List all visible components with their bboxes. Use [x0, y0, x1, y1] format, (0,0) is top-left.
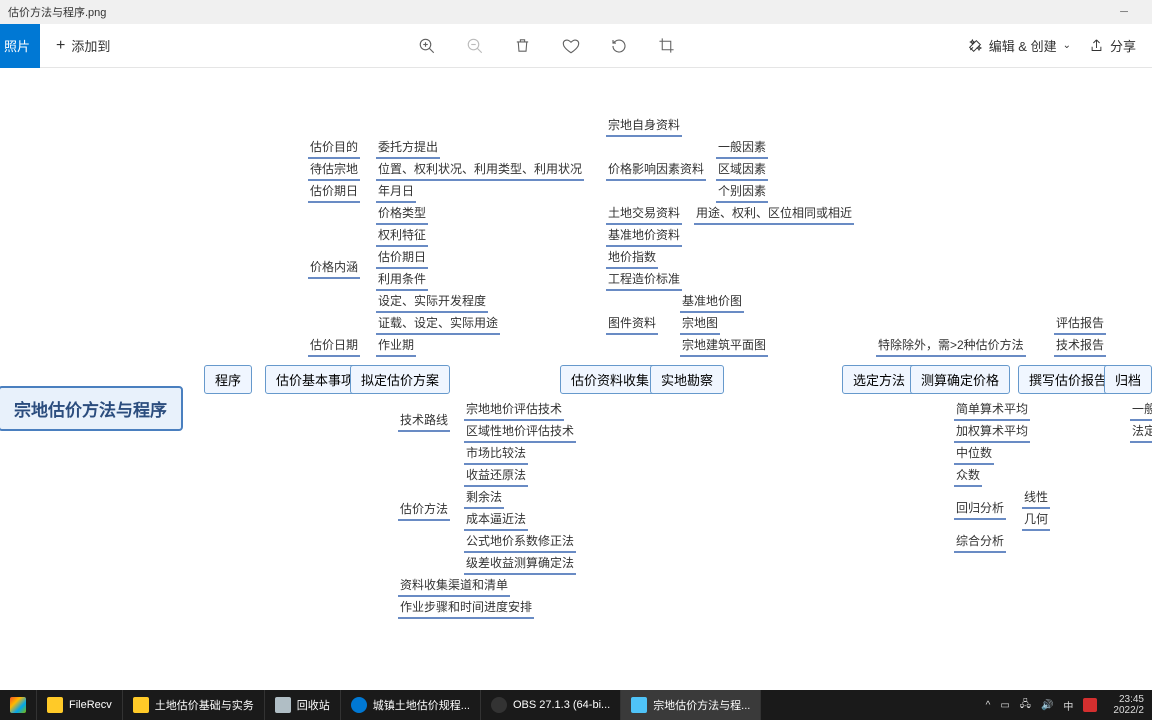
node: 价格类型 [376, 204, 428, 225]
node: 回归分析 [954, 499, 1006, 520]
node: 几何 [1022, 510, 1050, 531]
node: 评估报告 [1054, 314, 1106, 335]
volume-icon[interactable]: 🔊 [1041, 700, 1053, 711]
rotate-icon[interactable] [609, 36, 629, 56]
zoom-out-icon[interactable] [465, 36, 485, 56]
node: 一般因素 [716, 138, 768, 159]
node: 成本逼近法 [464, 510, 528, 531]
delete-icon[interactable] [513, 36, 533, 56]
node: 委托方提出 [376, 138, 440, 159]
taskbar-item[interactable]: OBS 27.1.3 (64-bi... [481, 690, 621, 720]
node: 市场比较法 [464, 444, 528, 465]
node: 中位数 [954, 444, 994, 465]
battery-icon[interactable]: ▭ [1000, 700, 1009, 711]
favorite-icon[interactable] [561, 36, 581, 56]
ime-indicator[interactable]: 中 [1063, 698, 1073, 713]
node: 估价目的 [308, 138, 360, 159]
system-tray[interactable]: ^ ▭ 🖧 🔊 中 23:452022/2 [978, 694, 1152, 716]
node-procedure: 程序 [204, 365, 252, 394]
chevron-down-icon: ⌄ [1063, 40, 1071, 51]
node: 作业步骤和时间进度安排 [398, 598, 534, 619]
node: 价格影响因素资料 [606, 160, 706, 181]
node: 技术路线 [398, 411, 450, 432]
node: 估价方法 [398, 500, 450, 521]
taskbar-item[interactable]: 土地估价基础与实务 [123, 690, 265, 720]
node-report: 撰写估价报告 [1018, 365, 1118, 394]
taskbar-item[interactable]: 回收站 [265, 690, 341, 720]
node: 估价期日 [308, 182, 360, 203]
node: 一般 [1130, 400, 1152, 421]
root-node: 宗地估价方法与程序 [0, 386, 183, 431]
node: 个别因素 [716, 182, 768, 203]
node-survey: 实地勘察 [650, 365, 724, 394]
node: 线性 [1022, 488, 1050, 509]
view-all-photos-button[interactable]: 照片 [0, 24, 40, 68]
node: 宗地建筑平面图 [680, 336, 768, 357]
mindmap-canvas[interactable]: 宗地估价方法与程序 程序 估价基本事项 拟定估价方案 估价资料收集 实地勘察 选… [0, 68, 1152, 690]
node: 权利特征 [376, 226, 428, 247]
minimize-button[interactable]: ─ [1104, 6, 1144, 18]
node: 加权算术平均 [954, 422, 1030, 443]
share-button[interactable]: 分享 [1089, 36, 1136, 55]
node: 区域性地价评估技术 [464, 422, 576, 443]
share-icon [1089, 38, 1104, 53]
node: 宗地地价评估技术 [464, 400, 564, 421]
magic-icon [967, 38, 983, 54]
taskbar-item[interactable]: 宗地估价方法与程... [621, 690, 761, 720]
node-collect: 估价资料收集 [560, 365, 660, 394]
node: 证载、设定、实际用途 [376, 314, 500, 335]
node: 资料收集渠道和清单 [398, 576, 510, 597]
node: 综合分析 [954, 532, 1006, 553]
taskbar-clock[interactable]: 23:452022/2 [1107, 694, 1144, 716]
node: 作业期 [376, 336, 416, 357]
start-button[interactable] [0, 690, 37, 720]
edit-create-button[interactable]: 编辑 & 创建 ⌄ [967, 36, 1071, 55]
node: 技术报告 [1054, 336, 1106, 357]
node: 特除除外，需>2种估价方法 [876, 336, 1026, 357]
node: 宗地图 [680, 314, 720, 335]
network-icon[interactable]: 🖧 [1020, 697, 1031, 714]
node: 区域因素 [716, 160, 768, 181]
node: 地价指数 [606, 248, 658, 269]
add-to-button[interactable]: + 添加到 [40, 36, 126, 55]
node: 位置、权利状况、利用类型、利用状况 [376, 160, 584, 181]
node: 工程造价标准 [606, 270, 682, 291]
crop-icon[interactable] [657, 36, 677, 56]
node: 级差收益测算确定法 [464, 554, 576, 575]
taskbar-item[interactable]: 城镇土地估价规程... [341, 690, 481, 720]
node: 简单算术平均 [954, 400, 1030, 421]
node: 设定、实际开发程度 [376, 292, 488, 313]
node: 价格内涵 [308, 258, 360, 279]
node-calc: 测算确定价格 [910, 365, 1010, 394]
window-title: 估价方法与程序.png [8, 4, 106, 20]
app-toolbar: 照片 + 添加到 编辑 & 创建 ⌄ 分享 [0, 24, 1152, 68]
zoom-in-icon[interactable] [417, 36, 437, 56]
node-archive: 归档 [1104, 365, 1152, 394]
chevron-up-icon[interactable]: ^ [986, 700, 991, 711]
plus-icon: + [56, 37, 65, 55]
node: 图件资料 [606, 314, 658, 335]
node: 法定 [1130, 422, 1152, 443]
node-method: 选定方法 [842, 365, 916, 394]
node-plan: 拟定估价方案 [350, 365, 450, 394]
node: 土地交易资料 [606, 204, 682, 225]
window-titlebar: 估价方法与程序.png ─ [0, 0, 1152, 24]
node: 估价期日 [376, 248, 428, 269]
node: 宗地自身资料 [606, 116, 682, 137]
taskbar-item[interactable]: FileRecv [37, 690, 123, 720]
sogou-icon[interactable] [1083, 698, 1097, 712]
node: 估价日期 [308, 336, 360, 357]
node: 剩余法 [464, 488, 504, 509]
node: 用途、权利、区位相同或相近 [694, 204, 854, 225]
node: 基准地价资料 [606, 226, 682, 247]
node: 利用条件 [376, 270, 428, 291]
node: 众数 [954, 466, 982, 487]
node: 公式地价系数修正法 [464, 532, 576, 553]
node: 收益还原法 [464, 466, 528, 487]
node: 待估宗地 [308, 160, 360, 181]
node: 年月日 [376, 182, 416, 203]
windows-taskbar[interactable]: FileRecv 土地估价基础与实务 回收站 城镇土地估价规程... OBS 2… [0, 690, 1152, 720]
node: 基准地价图 [680, 292, 744, 313]
